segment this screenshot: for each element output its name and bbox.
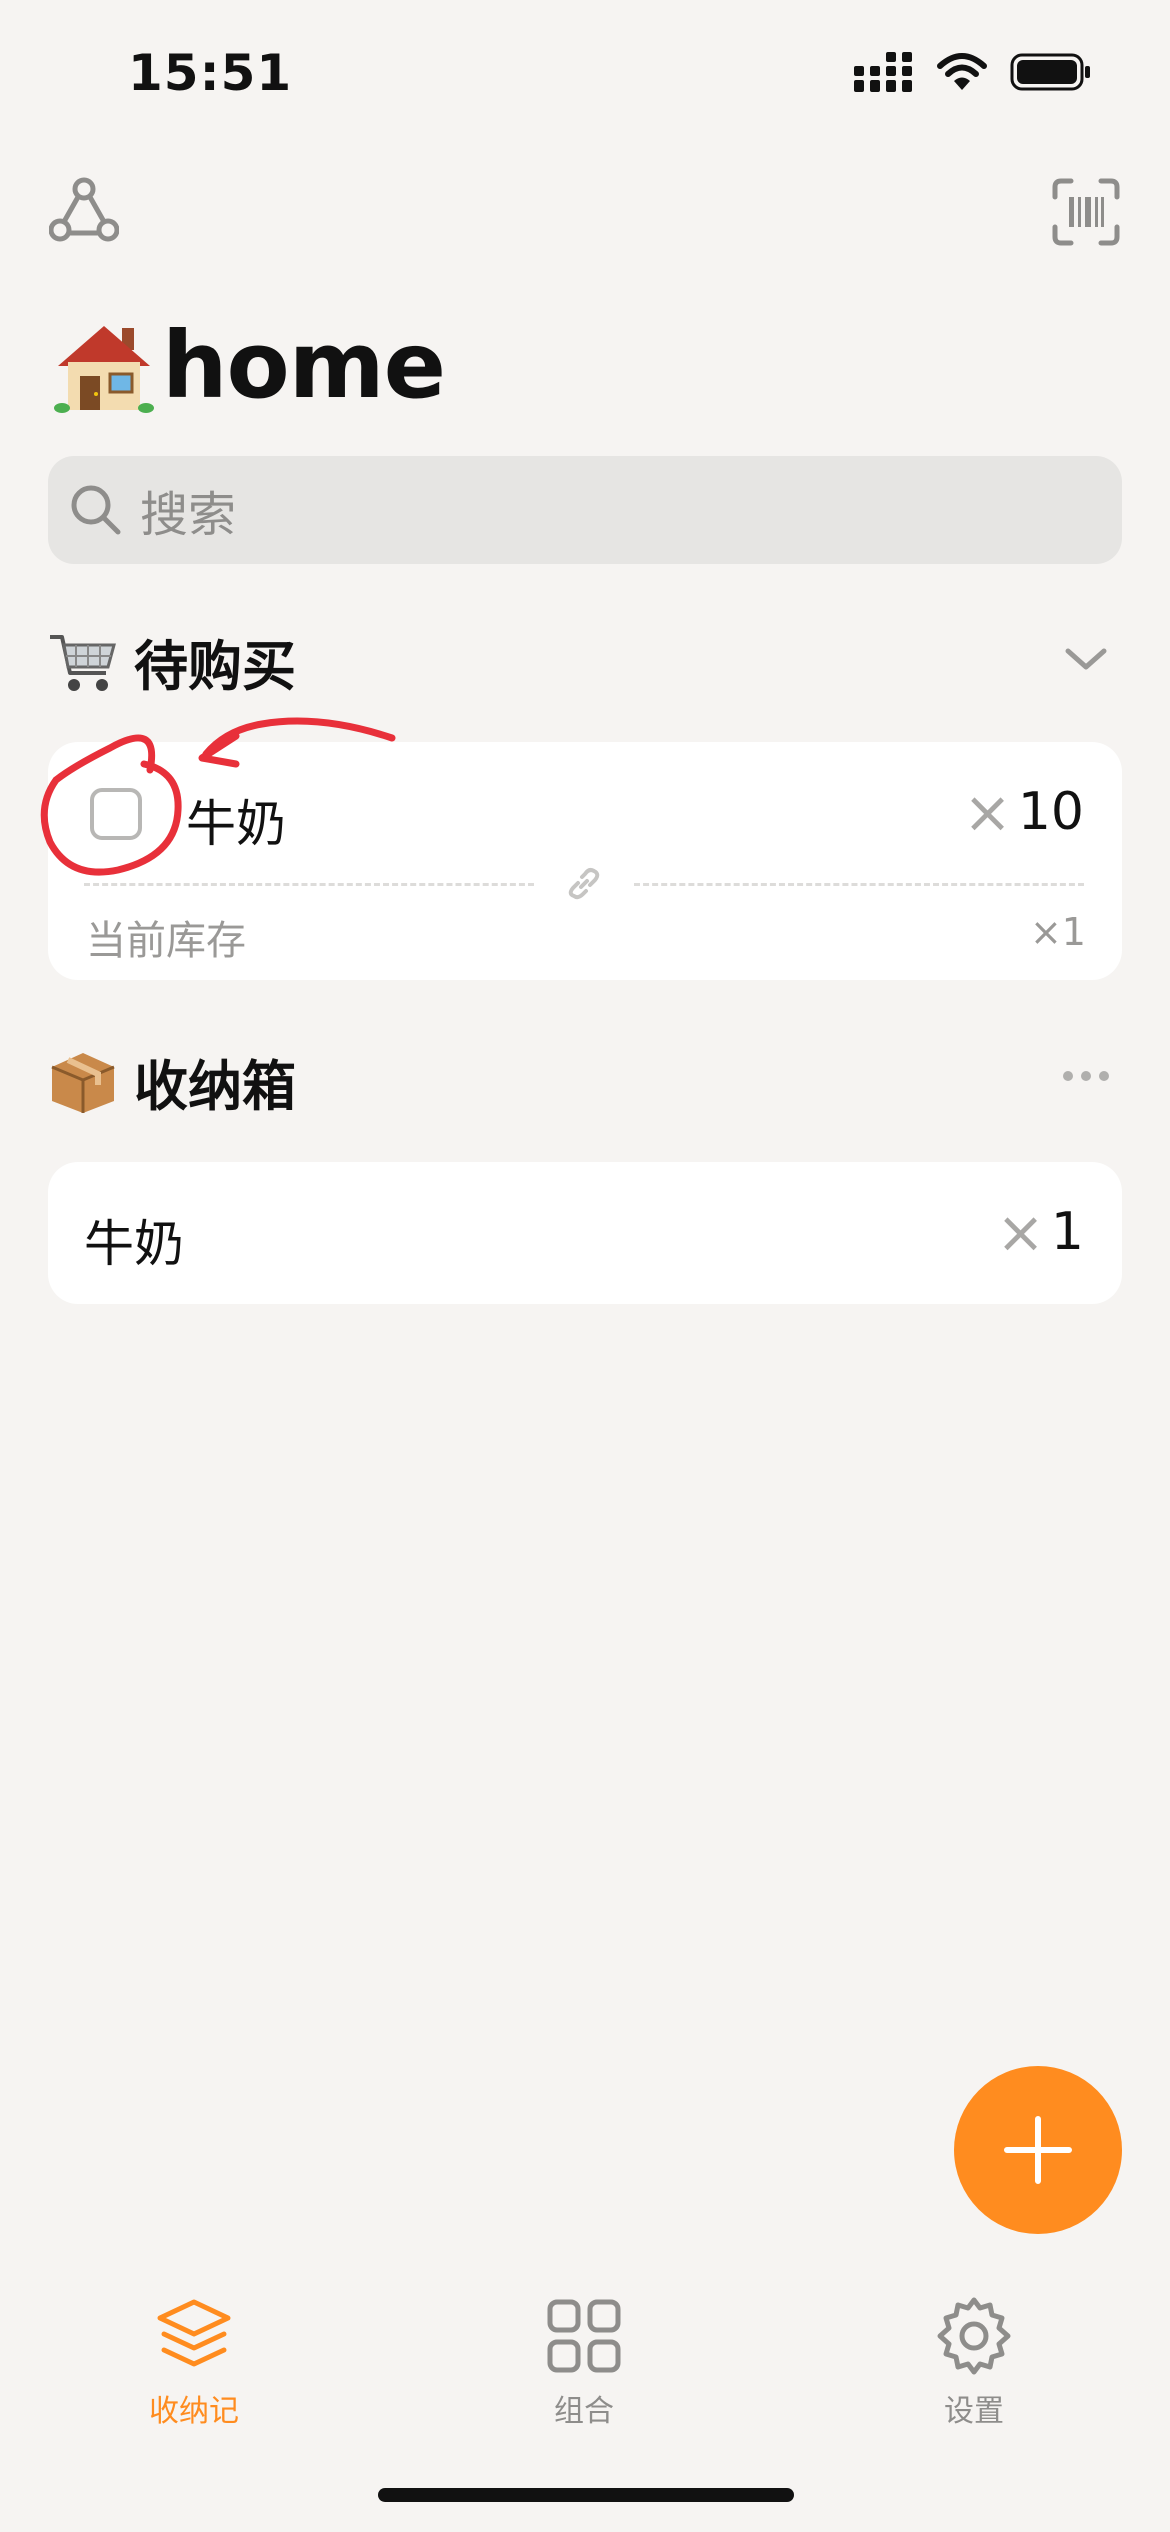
- package-icon: [51, 1052, 115, 1113]
- share-button[interactable]: [46, 172, 122, 248]
- tab-settings-label: 设置: [944, 2394, 1004, 2429]
- page-title: home: [52, 312, 446, 419]
- tab-storage-label: 收纳记: [149, 2394, 239, 2429]
- home-indicator: [378, 2488, 794, 2502]
- cellular-signal-icon: [854, 52, 912, 92]
- layers-icon: [157, 2299, 231, 2367]
- storage-item-qty: × 1: [996, 1202, 1084, 1262]
- chevron-down-icon: [1065, 648, 1107, 670]
- barcode-scan-button[interactable]: [1046, 172, 1126, 252]
- plus-icon: [1004, 2116, 1072, 2184]
- shopping-cart-icon: [50, 634, 116, 691]
- storage-section-title: 收纳箱: [134, 1055, 296, 1118]
- tab-settings[interactable]: 设置: [864, 2296, 1084, 2430]
- search-bar[interactable]: 搜索: [48, 456, 1122, 564]
- share-nodes-icon: [49, 177, 119, 242]
- more-dots-icon: [1063, 1071, 1109, 1081]
- storage-more-button[interactable]: [1054, 1056, 1118, 1096]
- wifi-icon: [937, 53, 987, 90]
- current-stock-label: 当前库存: [86, 918, 246, 964]
- collapse-to-buy-button[interactable]: [1056, 628, 1116, 688]
- multiply-icon: ×: [996, 1198, 1045, 1266]
- current-stock-qty: ×1: [1029, 910, 1086, 954]
- divider: [634, 883, 1084, 886]
- house-icon: [54, 325, 154, 413]
- grid-icon: [547, 2299, 621, 2373]
- gear-icon: [937, 2297, 1011, 2375]
- page-title-text: home: [162, 312, 446, 419]
- status-icons: [854, 52, 1092, 92]
- tab-combos[interactable]: 组合: [474, 2296, 694, 2430]
- battery-icon: [1010, 53, 1090, 91]
- storage-item-name: 牛奶: [84, 1215, 184, 1273]
- status-time: 15:51: [128, 44, 293, 102]
- search-icon: [71, 485, 121, 535]
- tab-combos-label: 组合: [554, 2394, 614, 2429]
- search-input[interactable]: 搜索: [140, 475, 236, 545]
- storage-section-header: 收纳箱: [48, 1042, 296, 1121]
- storage-item-card[interactable]: 牛奶 × 1: [48, 1162, 1122, 1304]
- add-item-button[interactable]: [954, 2066, 1122, 2234]
- barcode-scan-icon: [1052, 178, 1120, 246]
- to-buy-item-qty: × 10: [963, 782, 1084, 842]
- annotation-arrow-icon: [40, 717, 396, 876]
- storage-item-qty-value: 1: [1050, 1202, 1084, 1262]
- link-icon: [568, 868, 600, 900]
- multiply-icon: ×: [963, 778, 1012, 846]
- to-buy-item-qty-value: 10: [1017, 782, 1084, 842]
- to-buy-section-header: 待购买: [48, 622, 296, 701]
- to-buy-section-title: 待购买: [134, 635, 296, 698]
- tab-storage[interactable]: 收纳记: [84, 2296, 304, 2430]
